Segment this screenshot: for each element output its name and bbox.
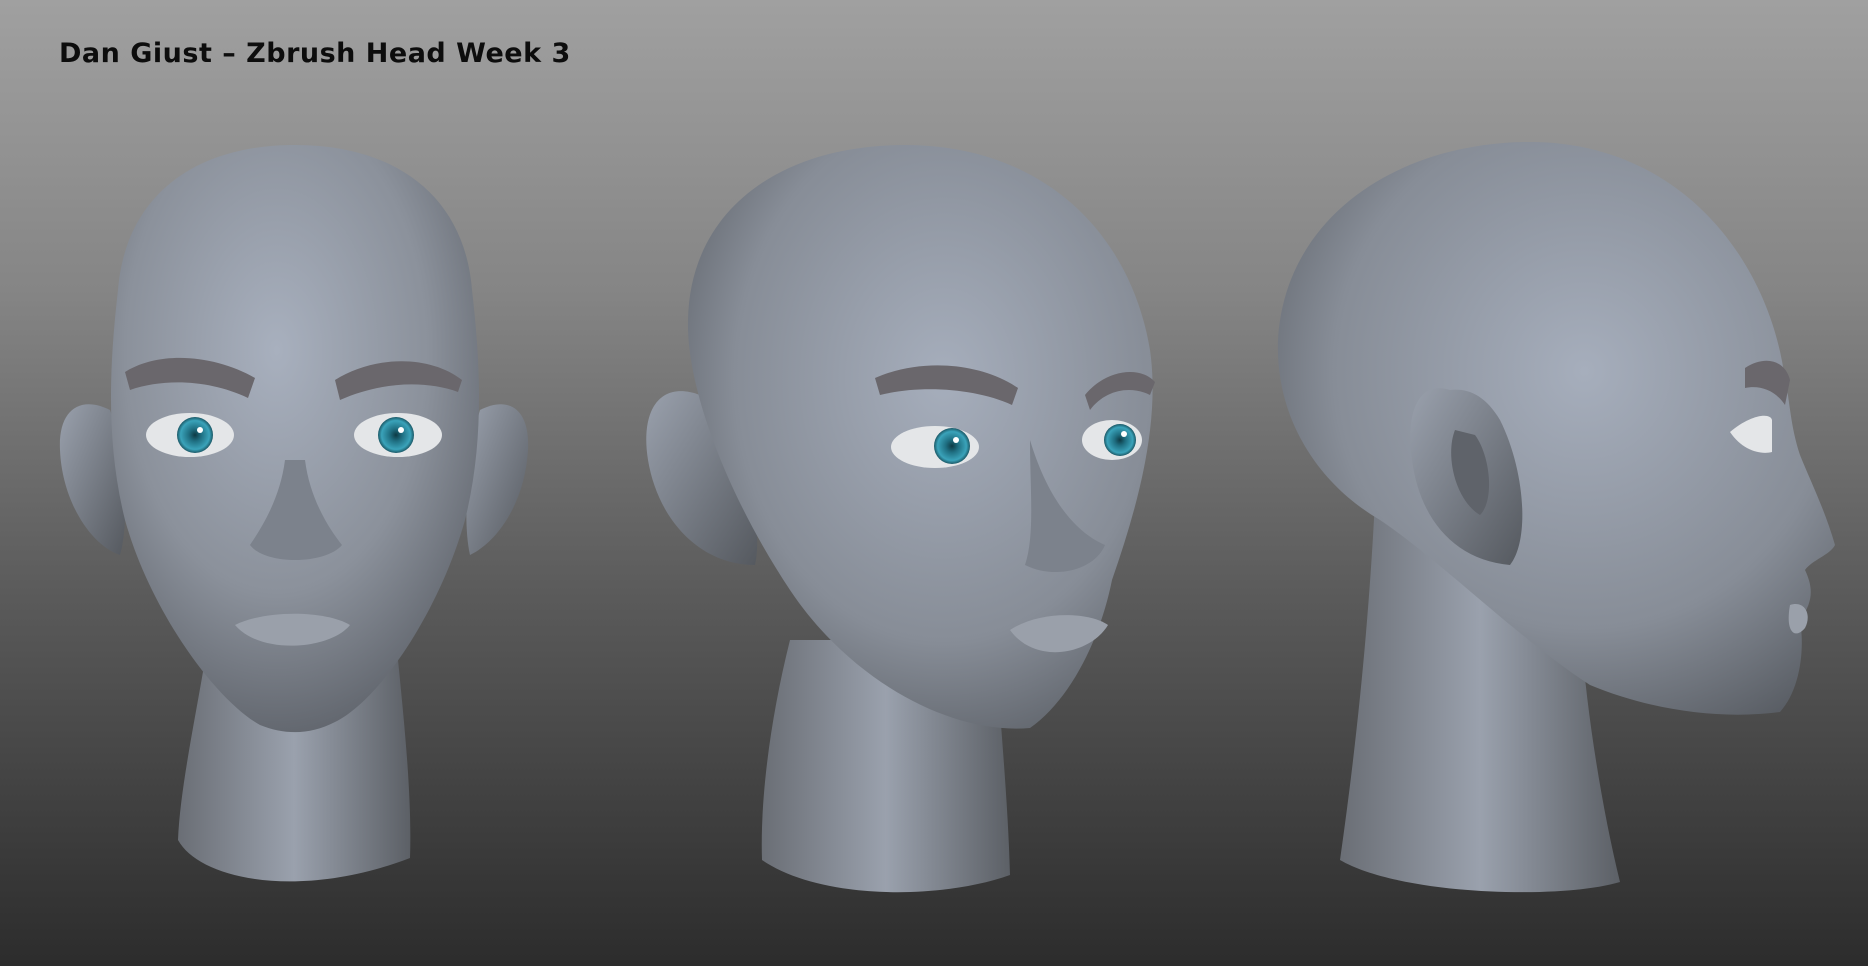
front-right-iris xyxy=(378,417,414,453)
front-left-iris xyxy=(177,417,213,453)
three-quarter-right-eye-highlight xyxy=(1121,431,1127,437)
front-left-eye-highlight xyxy=(197,427,203,433)
three-quarter-right-iris xyxy=(1104,424,1136,456)
head-profile-view xyxy=(1277,142,1835,893)
three-quarter-left-eye-highlight xyxy=(953,437,959,443)
front-right-eye-highlight xyxy=(398,427,404,433)
three-quarter-left-iris xyxy=(934,428,970,464)
render-canvas xyxy=(59,142,1835,893)
head-front-view xyxy=(59,145,529,882)
head-three-quarter-view xyxy=(646,145,1155,893)
